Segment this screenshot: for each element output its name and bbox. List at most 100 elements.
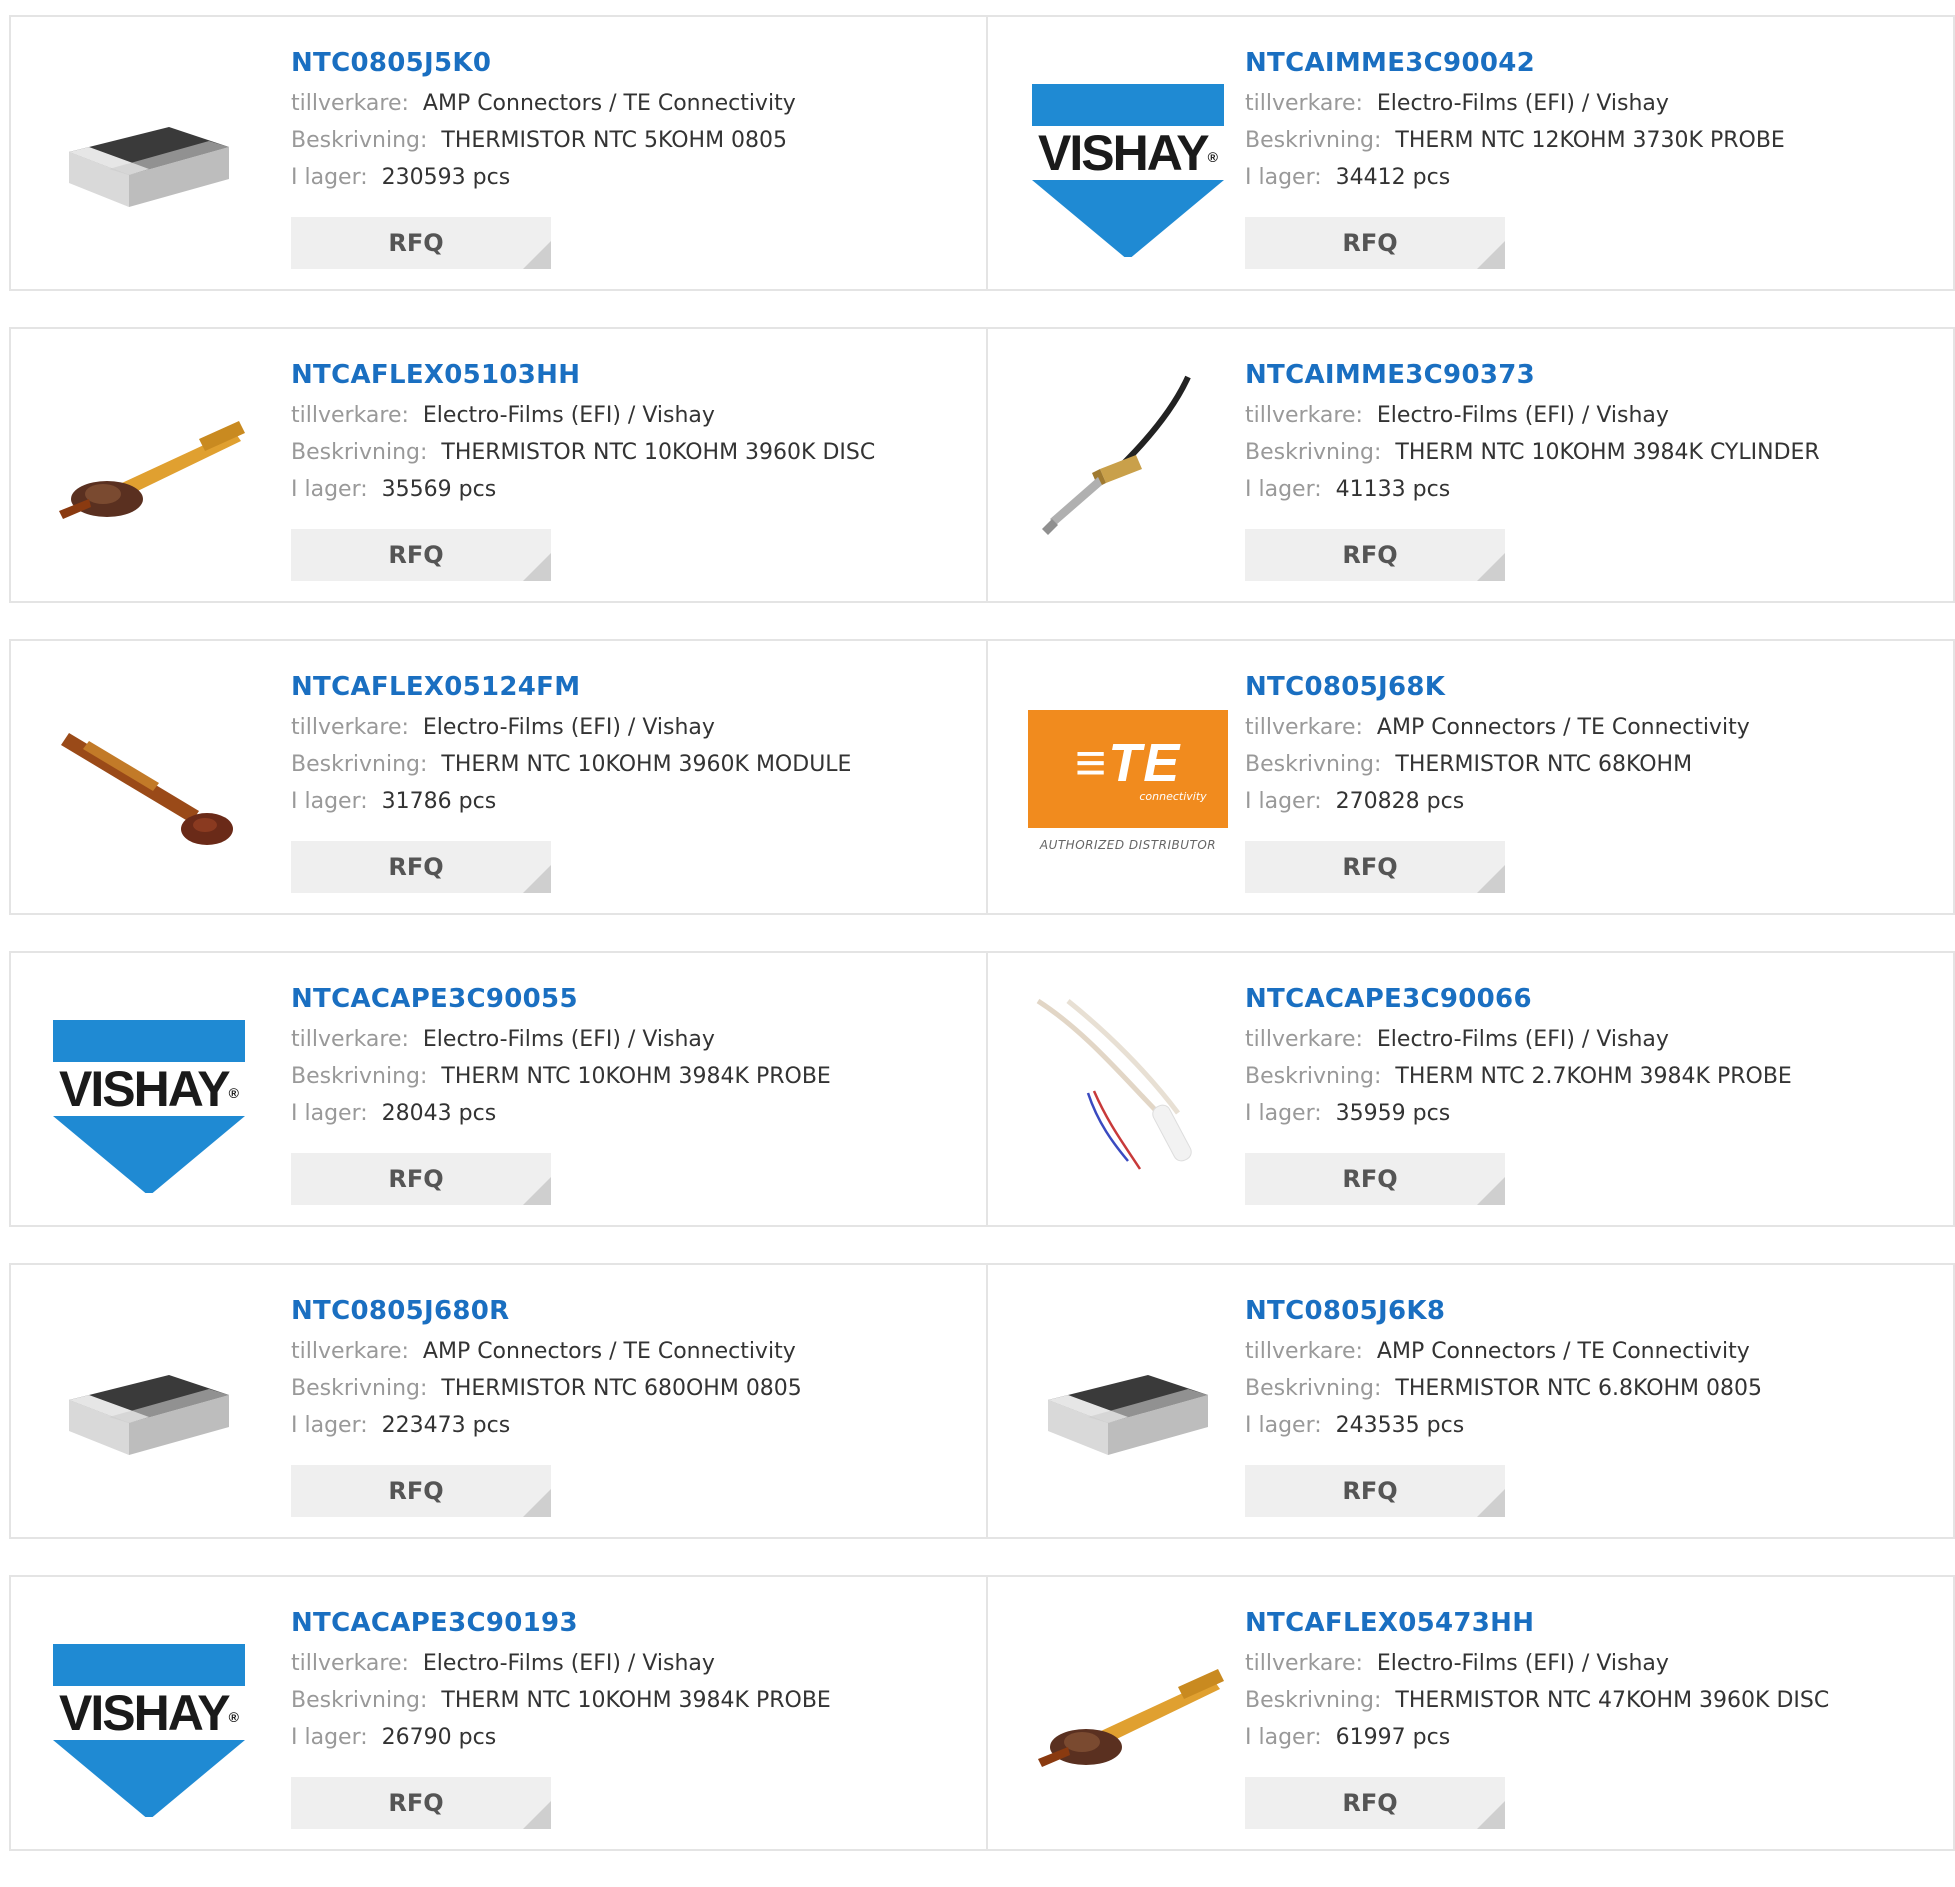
stock-line: I lager: 223473 pcs <box>291 1407 802 1444</box>
vishay-logo: VISHAY® <box>49 1632 249 1817</box>
stock-label: I lager: <box>1245 789 1322 814</box>
part-number-link[interactable]: NTCAIMME3C90373 <box>1245 357 1820 397</box>
product-info: NTCAFLEX05124FM tillverkare: Electro-Film… <box>291 669 851 820</box>
product-image[interactable] <box>49 681 249 881</box>
stock-value: 28043 pcs <box>381 1101 497 1126</box>
description-label: Beskrivning: <box>1245 752 1382 777</box>
rfq-button[interactable]: RFQ <box>291 1153 551 1205</box>
rfq-button[interactable]: RFQ <box>1245 1465 1505 1517</box>
description-value: THERM NTC 10KOHM 3984K PROBE <box>441 1064 831 1089</box>
part-number-link[interactable]: NTCACAPE3C90055 <box>291 981 831 1021</box>
description-value: THERM NTC 10KOHM 3984K CYLINDER <box>1395 440 1820 465</box>
rfq-button[interactable]: RFQ <box>291 841 551 893</box>
product-info: NTCACAPE3C90055 tillverkare: Electro-Film… <box>291 981 831 1132</box>
rfq-button[interactable]: RFQ <box>291 217 551 269</box>
rfq-button[interactable]: RFQ <box>1245 841 1505 893</box>
manufacturer-line: tillverkare: Electro-Films (EFI) / Vishay <box>1245 397 1820 434</box>
brand-logo[interactable]: VISHAY® <box>1028 57 1228 257</box>
manufacturer-label: tillverkare: <box>1245 715 1363 740</box>
description-label: Beskrivning: <box>291 752 428 777</box>
product-card: VISHAY® NTCAIMME3C90042 tillverkare: Elec… <box>988 15 1955 291</box>
product-row: VISHAY® NTCACAPE3C90055 tillverkare: Elec… <box>9 951 1955 1227</box>
product-card: VISHAY® NTCACAPE3C90055 tillverkare: Elec… <box>9 951 988 1227</box>
part-number-link[interactable]: NTCAFLEX05103HH <box>291 357 875 397</box>
product-image[interactable] <box>1028 1305 1228 1505</box>
product-row: VISHAY® NTCACAPE3C90193 tillverkare: Elec… <box>9 1575 1955 1851</box>
stock-line: I lager: 230593 pcs <box>291 159 796 196</box>
product-card: NTCAIMME3C90373 tillverkare: Electro-Film… <box>988 327 1955 603</box>
part-number-link[interactable]: NTCACAPE3C90066 <box>1245 981 1792 1021</box>
stock-label: I lager: <box>291 1101 368 1126</box>
stock-label: I lager: <box>291 477 368 502</box>
te-connectivity-logo: ≡TE connectivity AUTHORIZED DISTRIBUTOR <box>1028 710 1228 852</box>
product-image[interactable] <box>49 57 249 257</box>
product-card: NTC0805J680R tillverkare: AMP Connectors … <box>9 1263 988 1539</box>
rfq-button[interactable]: RFQ <box>1245 1153 1505 1205</box>
rfq-button[interactable]: RFQ <box>291 1465 551 1517</box>
manufacturer-label: tillverkare: <box>291 1027 409 1052</box>
description-label: Beskrivning: <box>291 1376 428 1401</box>
vishay-logo: VISHAY® <box>1028 72 1228 257</box>
description-line: Beskrivning: THERMISTOR NTC 47KOHM 3960K … <box>1245 1682 1829 1719</box>
product-image[interactable] <box>1028 993 1228 1193</box>
product-info: NTCAFLEX05473HH tillverkare: Electro-Film… <box>1245 1605 1829 1756</box>
part-number-link[interactable]: NTCAFLEX05473HH <box>1245 1605 1829 1645</box>
rfq-button[interactable]: RFQ <box>1245 1777 1505 1829</box>
manufacturer-line: tillverkare: Electro-Films (EFI) / Vishay <box>291 709 851 746</box>
product-info: NTCAFLEX05103HH tillverkare: Electro-Film… <box>291 357 875 508</box>
manufacturer-value: AMP Connectors / TE Connectivity <box>1376 1339 1750 1364</box>
stock-label: I lager: <box>1245 477 1322 502</box>
manufacturer-line: tillverkare: AMP Connectors / TE Connecti… <box>1245 1333 1762 1370</box>
brand-logo[interactable]: VISHAY® <box>49 1617 249 1817</box>
manufacturer-label: tillverkare: <box>1245 1651 1363 1676</box>
product-image[interactable] <box>1028 369 1228 569</box>
part-number-link[interactable]: NTCACAPE3C90193 <box>291 1605 831 1645</box>
part-number-link[interactable]: NTC0805J68K <box>1245 669 1750 709</box>
description-value: THERMISTOR NTC 5KOHM 0805 <box>441 128 788 153</box>
part-number-link[interactable]: NTCAIMME3C90042 <box>1245 45 1785 85</box>
stock-value: 41133 pcs <box>1335 477 1451 502</box>
manufacturer-value: Electro-Films (EFI) / Vishay <box>1376 1027 1669 1052</box>
description-value: THERMISTOR NTC 680OHM 0805 <box>441 1376 802 1401</box>
rfq-button[interactable]: RFQ <box>291 529 551 581</box>
manufacturer-line: tillverkare: Electro-Films (EFI) / Vishay <box>1245 1645 1829 1682</box>
description-label: Beskrivning: <box>291 440 428 465</box>
description-line: Beskrivning: THERM NTC 10KOHM 3984K CYLIN… <box>1245 434 1820 471</box>
description-label: Beskrivning: <box>291 1064 428 1089</box>
product-image[interactable] <box>49 369 249 569</box>
brand-logo[interactable]: ≡TE connectivity AUTHORIZED DISTRIBUTOR <box>1028 681 1228 881</box>
stock-value: 61997 pcs <box>1335 1725 1451 1750</box>
description-label: Beskrivning: <box>291 1688 428 1713</box>
part-number-link[interactable]: NTC0805J5K0 <box>291 45 796 85</box>
manufacturer-label: tillverkare: <box>291 1651 409 1676</box>
manufacturer-value: Electro-Films (EFI) / Vishay <box>422 715 715 740</box>
rfq-button[interactable]: RFQ <box>291 1777 551 1829</box>
stock-line: I lager: 34412 pcs <box>1245 159 1785 196</box>
rfq-button[interactable]: RFQ <box>1245 529 1505 581</box>
product-image[interactable] <box>1028 1617 1228 1817</box>
product-row: NTC0805J680R tillverkare: AMP Connectors … <box>9 1263 1955 1539</box>
part-number-link[interactable]: NTCAFLEX05124FM <box>291 669 851 709</box>
stock-line: I lager: 28043 pcs <box>291 1095 831 1132</box>
description-line: Beskrivning: THERM NTC 10KOHM 3960K MODUL… <box>291 746 851 783</box>
part-number-link[interactable]: NTC0805J680R <box>291 1293 802 1333</box>
description-value: THERMISTOR NTC 47KOHM 3960K DISC <box>1395 1688 1830 1713</box>
stock-label: I lager: <box>1245 1725 1322 1750</box>
stock-value: 243535 pcs <box>1335 1413 1465 1438</box>
product-card: NTCACAPE3C90066 tillverkare: Electro-Film… <box>988 951 1955 1227</box>
product-row: NTCAFLEX05124FM tillverkare: Electro-Film… <box>9 639 1955 915</box>
brand-logo[interactable]: VISHAY® <box>49 993 249 1193</box>
rfq-button[interactable]: RFQ <box>1245 217 1505 269</box>
manufacturer-label: tillverkare: <box>291 1339 409 1364</box>
description-line: Beskrivning: THERMISTOR NTC 680OHM 0805 <box>291 1370 802 1407</box>
manufacturer-value: Electro-Films (EFI) / Vishay <box>422 1027 715 1052</box>
description-line: Beskrivning: THERMISTOR NTC 6.8KOHM 0805 <box>1245 1370 1762 1407</box>
product-info: NTCACAPE3C90193 tillverkare: Electro-Film… <box>291 1605 831 1756</box>
product-card: NTC0805J5K0 tillverkare: AMP Connectors /… <box>9 15 988 291</box>
manufacturer-line: tillverkare: AMP Connectors / TE Connecti… <box>291 85 796 122</box>
description-line: Beskrivning: THERM NTC 10KOHM 3984K PROBE <box>291 1058 831 1095</box>
stock-line: I lager: 243535 pcs <box>1245 1407 1762 1444</box>
stock-label: I lager: <box>291 1725 368 1750</box>
product-image[interactable] <box>49 1305 249 1505</box>
part-number-link[interactable]: NTC0805J6K8 <box>1245 1293 1762 1333</box>
